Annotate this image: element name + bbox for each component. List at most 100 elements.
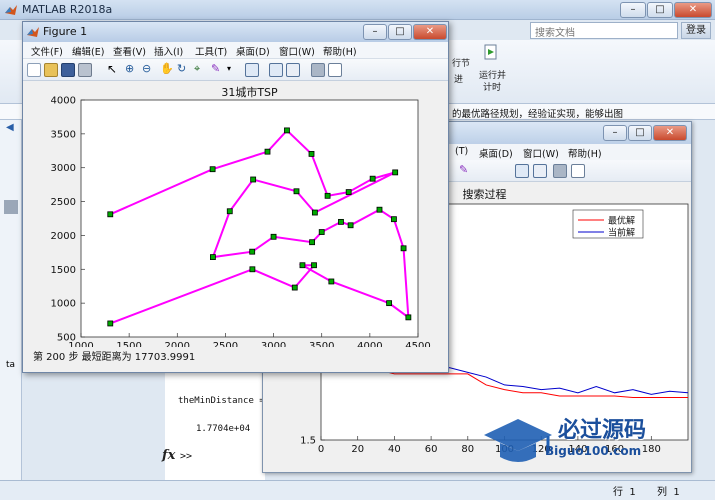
- x2-tick-label-3: 60: [425, 444, 438, 455]
- zoom-in-icon[interactable]: ⊕: [125, 62, 134, 75]
- city-marker-22: [400, 245, 407, 252]
- run-advance-icon[interactable]: [482, 44, 500, 62]
- colorbar-icon[interactable]: [269, 63, 283, 77]
- figure1-close-button[interactable]: ✕: [413, 24, 447, 40]
- brush-icon[interactable]: ✎: [211, 62, 220, 75]
- hide-tools-icon[interactable]: [553, 164, 567, 178]
- x-tick-label-2: 2000: [165, 341, 190, 347]
- figure2-maximize-button[interactable]: □: [628, 125, 652, 141]
- command-prompt[interactable]: >>: [180, 451, 192, 462]
- watermark-sub-text: Biguo100.com: [545, 444, 642, 458]
- x2-tick-label-4: 80: [461, 444, 474, 455]
- legend-label-0: 最优解: [608, 215, 635, 227]
- figure-icon: [27, 27, 39, 37]
- ribbon-section-label: 行节: [452, 59, 471, 69]
- x2-tick-label-2: 40: [388, 444, 401, 455]
- menu-item-3[interactable]: 帮助(H): [568, 146, 602, 160]
- legend-icon[interactable]: [286, 63, 300, 77]
- menu-item-3[interactable]: 插入(I): [154, 44, 183, 58]
- data-cursor-icon[interactable]: ⌖: [194, 62, 200, 76]
- figure1-window[interactable]: Figure 1 – □ ✕ 文件(F) 编辑(E) 查看(V) 插入(I) 工具(T)…: [22, 21, 449, 373]
- menu-item-7[interactable]: 帮助(H): [323, 44, 357, 58]
- brush-icon[interactable]: ✎: [459, 163, 468, 176]
- close-button[interactable]: ✕: [674, 2, 712, 18]
- city-marker-13: [210, 254, 216, 260]
- show-tools-icon[interactable]: [571, 164, 585, 178]
- figure1-minimize-button[interactable]: –: [363, 24, 387, 40]
- city-marker-12: [226, 208, 233, 215]
- menu-item-1[interactable]: 编辑(E): [72, 44, 104, 58]
- pointer-icon[interactable]: ↖: [107, 62, 117, 76]
- fx-icon[interactable]: fx: [162, 448, 175, 463]
- menu-item-4[interactable]: 工具(T): [195, 44, 227, 58]
- run-advance-label2[interactable]: 计时: [483, 80, 501, 93]
- status-row: 行 1: [613, 483, 636, 498]
- menu-item-0[interactable]: 文件(F): [31, 44, 63, 58]
- left-arrow-icon[interactable]: ◀: [6, 122, 14, 133]
- figure1-status-text: 第 200 步 最短距离为 17703.9991: [33, 352, 196, 363]
- figure1-window-controls: – □ ✕: [363, 24, 447, 40]
- figure1-titlebar: Figure 1 – □ ✕: [23, 22, 448, 42]
- search-chart-title: 搜索过程: [463, 187, 507, 201]
- left-panel: ◀ ta: [0, 120, 22, 480]
- address-text: 的最优路径规划，经验证实现，能够出图: [452, 109, 624, 120]
- status-col: 列 1: [657, 483, 680, 498]
- city-marker-19: [347, 222, 354, 229]
- y-tick-label-5: 3000: [51, 163, 76, 174]
- x-tick-label-4: 3000: [261, 341, 286, 347]
- status-row-value: 1: [629, 487, 636, 498]
- new-figure-icon[interactable]: [27, 63, 41, 77]
- figure1-title: Figure 1: [43, 25, 88, 38]
- watermark-main-text: 必过源码: [558, 418, 647, 443]
- matlab-title: MATLAB R2018a: [22, 3, 113, 16]
- city-marker-17: [318, 229, 325, 235]
- city-marker-24: [386, 300, 393, 307]
- tsp-route-chart: 1000 1500 2000 2500 3000 3500 4000 450050010001…: [51, 85, 431, 347]
- menu-item-5[interactable]: 桌面(D): [236, 44, 270, 58]
- open-icon[interactable]: [44, 63, 58, 77]
- colorbar-icon[interactable]: [515, 164, 529, 178]
- city-marker-14: [249, 248, 256, 255]
- city-marker-25: [328, 278, 335, 285]
- figure1-maximize-button[interactable]: □: [388, 24, 412, 40]
- x-tick-label-1: 1500: [116, 341, 141, 347]
- menu-item-0[interactable]: (T): [455, 146, 468, 157]
- city-marker-7: [369, 175, 376, 182]
- hide-tools-icon[interactable]: [311, 63, 325, 77]
- menu-item-1[interactable]: 桌面(D): [479, 146, 513, 160]
- link-plot-icon[interactable]: [245, 63, 259, 77]
- y2-tick-label-0: 1.5: [300, 436, 316, 447]
- y-tick-label-0: 500: [57, 333, 76, 344]
- rotate-icon[interactable]: ↻: [177, 62, 186, 75]
- print-icon[interactable]: [78, 63, 92, 77]
- menu-item-2[interactable]: 窗口(W): [523, 146, 559, 160]
- matlab-window-controls: – □ ✕: [620, 2, 712, 18]
- status-col-label: 列: [657, 487, 667, 498]
- zoom-out-icon[interactable]: ⊖: [142, 62, 151, 75]
- pan-icon[interactable]: ✋: [160, 62, 174, 75]
- city-marker-11: [250, 176, 257, 183]
- doc-search-input[interactable]: 搜索文档: [530, 22, 678, 39]
- city-marker-9: [311, 209, 318, 216]
- show-tools-icon[interactable]: [328, 63, 342, 77]
- menu-item-2[interactable]: 查看(V): [113, 44, 146, 58]
- left-panel-label: ta: [6, 360, 16, 370]
- city-marker-16: [309, 239, 315, 246]
- ribbon-advance-label[interactable]: 进: [454, 72, 463, 85]
- panel-thumb[interactable]: [4, 200, 18, 214]
- maximize-button[interactable]: □: [647, 2, 673, 18]
- x-tick-label-3: 2500: [213, 341, 238, 347]
- legend-icon[interactable]: [533, 164, 547, 178]
- figure2-close-button[interactable]: ✕: [653, 125, 687, 141]
- login-button[interactable]: 登录: [681, 22, 711, 39]
- city-marker-0: [107, 211, 114, 218]
- city-marker-2: [264, 148, 271, 155]
- chevron-down-icon[interactable]: ▾: [227, 64, 231, 73]
- minimize-button[interactable]: –: [620, 2, 646, 18]
- status-bar: [0, 480, 715, 500]
- city-marker-30: [107, 320, 114, 327]
- menu-item-6[interactable]: 窗口(W): [279, 44, 315, 58]
- save-icon[interactable]: [61, 63, 75, 77]
- city-marker-3: [284, 127, 290, 134]
- figure2-minimize-button[interactable]: –: [603, 125, 627, 141]
